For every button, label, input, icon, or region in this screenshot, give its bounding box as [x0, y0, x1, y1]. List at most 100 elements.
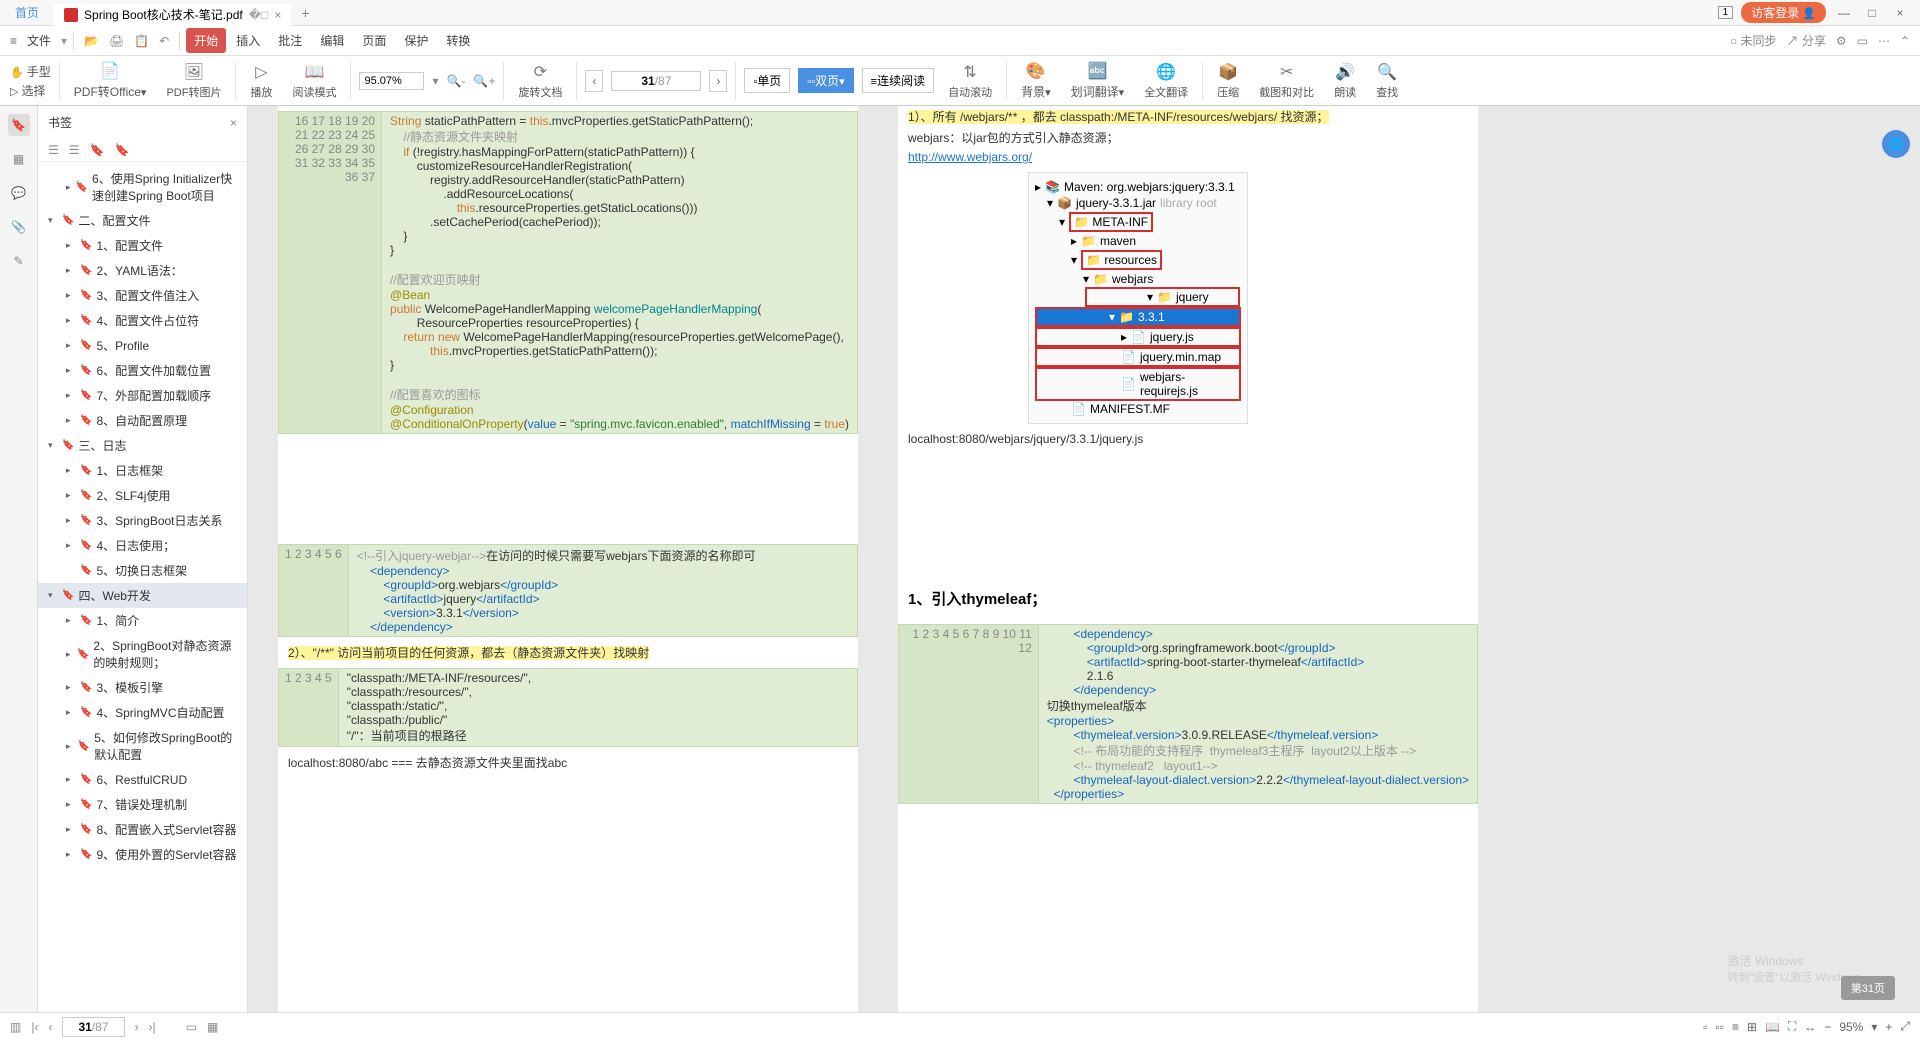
bookmark-item[interactable]: ▸🔖9、使用外置的Servlet容器 [38, 842, 247, 867]
bookmark-item[interactable]: ▸🔖8、自动配置原理 [38, 408, 247, 433]
page-indicator[interactable]: 31/87 [611, 71, 701, 91]
bm-tool-2[interactable]: ☰ [69, 143, 80, 157]
sb-last-page-icon[interactable]: ›| [149, 1020, 156, 1034]
compress[interactable]: 📦压缩 [1211, 62, 1245, 100]
file-menu[interactable]: 文件 [19, 28, 59, 53]
bookmark-item[interactable]: ▸🔖2、SpringBoot对静态资源的映射规则； [38, 633, 247, 675]
bookmark-item[interactable]: ▸🔖3、SpringBoot日志关系 [38, 508, 247, 533]
close-window-icon[interactable]: × [1890, 6, 1910, 20]
sb-prev-icon[interactable]: ‹ [48, 1020, 52, 1034]
select-tool[interactable]: ▷ 选择 [10, 82, 51, 99]
guest-login-button[interactable]: 访客登录 👤 [1741, 2, 1826, 23]
open-icon[interactable]: 📂 [80, 34, 103, 48]
sb-view2-icon[interactable]: ▫▫ [1715, 1020, 1724, 1034]
bookmark-item[interactable]: ▾🔖二、配置文件 [38, 208, 247, 233]
find[interactable]: 🔍查找 [1370, 62, 1404, 100]
bm-tool-1[interactable]: ☰ [48, 143, 59, 157]
minimize-icon[interactable]: — [1834, 6, 1854, 20]
bookmark-item[interactable]: ▾🔖三、日志 [38, 433, 247, 458]
close-tab-icon[interactable]: × [274, 8, 281, 22]
menu-page[interactable]: 页面 [354, 28, 394, 53]
continuous-read[interactable]: ≡连续阅读 [862, 68, 934, 93]
bookmark-item[interactable]: ▸🔖1、简介 [38, 608, 247, 633]
double-page-mode[interactable]: ▫▫双页▾ [798, 68, 853, 93]
background[interactable]: 🎨背景▾ [1015, 61, 1057, 100]
maximize-icon[interactable]: □ [1862, 6, 1882, 20]
sb-next-icon[interactable]: › [135, 1020, 139, 1034]
home-tab[interactable]: 首页 [0, 0, 54, 26]
bookmark-item[interactable]: ▸🔖4、SpringMVC自动配置 [38, 700, 247, 725]
bookmark-item[interactable]: ▸🔖3、模板引擎 [38, 675, 247, 700]
sb-expand-icon[interactable]: ⤢ [1900, 1019, 1910, 1034]
bookmark-item[interactable]: ▸🔖3、配置文件值注入 [38, 283, 247, 308]
sb-first-page-icon[interactable]: |‹ [31, 1020, 38, 1034]
hand-tool[interactable]: ✋ 手型 [10, 63, 51, 80]
menu-insert[interactable]: 插入 [228, 28, 268, 53]
bookmark-item[interactable]: ▸🔖8、配置嵌入式Servlet容器 [38, 817, 247, 842]
sb-fullscreen-icon[interactable]: ⛶ [1788, 1019, 1796, 1034]
bookmark-item[interactable]: ▸🔖4、配置文件占位符 [38, 308, 247, 333]
menu-icon[interactable]: ≡ [10, 34, 17, 48]
bookmark-item[interactable]: ▸🔖6、使用Spring Initializer快速创建Spring Boot项… [38, 166, 247, 208]
single-page-mode[interactable]: ▫单页 [744, 68, 790, 93]
sb-sidebar-icon[interactable]: ▥ [10, 1020, 21, 1034]
pdf-to-image[interactable]: 🖼PDF转图片 [160, 62, 227, 100]
menu-annotate[interactable]: 批注 [270, 28, 310, 53]
webjars-link[interactable]: http://www.webjars.org/ [908, 150, 1032, 164]
bookmark-icon[interactable]: 🔖 [8, 114, 30, 136]
zoom-input[interactable] [359, 72, 424, 90]
menu-convert[interactable]: 转换 [438, 28, 478, 53]
document-viewport[interactable]: 16 17 18 19 20 21 22 23 24 25 26 27 28 2… [248, 106, 1920, 1016]
sb-bookmark-icon[interactable]: ▭ [186, 1020, 197, 1034]
bookmark-item[interactable]: ▸🔖4、日志使用； [38, 533, 247, 558]
close-panel-icon[interactable]: × [230, 116, 237, 130]
auto-scroll[interactable]: ⇅自动滚动 [942, 62, 998, 100]
word-translate[interactable]: 🔤划词翻译▾ [1065, 61, 1131, 100]
float-action-button[interactable]: 🌐 [1882, 130, 1910, 158]
bookmark-item[interactable]: ▸🔖1、配置文件 [38, 233, 247, 258]
bm-tool-3[interactable]: 🔖 [90, 143, 105, 157]
bookmark-item[interactable]: ▸🔖2、SLF4j使用 [38, 483, 247, 508]
play-button[interactable]: ▷播放 [244, 62, 278, 100]
bookmark-item[interactable]: ▾🔖四、Web开发 [38, 583, 247, 608]
bookmark-item[interactable]: ▸🔖1、日志框架 [38, 458, 247, 483]
signature-icon[interactable]: ✎ [8, 250, 30, 272]
menu-protect[interactable]: 保护 [396, 28, 436, 53]
sb-thumbnail-icon[interactable]: ▦ [207, 1020, 218, 1034]
sb-view1-icon[interactable]: ▫ [1703, 1020, 1707, 1034]
read-mode[interactable]: 📖阅读模式 [286, 62, 342, 100]
file-tab[interactable]: Spring Boot核心技术-笔记.pdf �□ × [54, 4, 291, 26]
notification-badge[interactable]: 1 [1718, 6, 1734, 19]
menu-edit[interactable]: 编辑 [312, 28, 352, 53]
bookmark-item[interactable]: 🔖5、切换日志框架 [38, 558, 247, 583]
menu-start[interactable]: 开始 [186, 28, 226, 53]
bookmark-item[interactable]: ▸🔖7、外部配置加载顺序 [38, 383, 247, 408]
rotate-doc[interactable]: ⟳旋转文档 [512, 62, 568, 100]
bookmark-item[interactable]: ▸🔖6、配置文件加载位置 [38, 358, 247, 383]
more-icon[interactable]: ⋯ [1878, 34, 1890, 48]
sync-status[interactable]: ○ 未同步 [1730, 32, 1777, 49]
next-page-icon[interactable]: › [709, 70, 727, 92]
read-aloud[interactable]: 🔊朗读 [1328, 62, 1362, 100]
collapse-icon[interactable]: ⌃ [1900, 34, 1910, 48]
bookmark-item[interactable]: ▸🔖2、YAML语法： [38, 258, 247, 283]
pdf-to-office[interactable]: 📄PDF转Office▾ [68, 61, 153, 100]
print-icon[interactable]: 📋 [130, 34, 153, 48]
sb-page-input[interactable]: 31/87 [62, 1017, 124, 1037]
settings-icon[interactable]: ⚙ [1836, 34, 1847, 48]
sb-zoom-in-icon[interactable]: + [1885, 1020, 1892, 1034]
sb-read-icon[interactable]: 📖 [1765, 1020, 1780, 1034]
zoom-dropdown-icon[interactable]: ▾ [432, 74, 438, 88]
new-tab-button[interactable]: + [291, 5, 319, 21]
bookmark-item[interactable]: ▸🔖6、RestfulCRUD [38, 767, 247, 792]
share-button[interactable]: ↗ 分享 [1786, 32, 1825, 49]
zoom-out-icon[interactable]: 🔍- [446, 74, 465, 88]
sb-zoom-out-icon[interactable]: − [1824, 1020, 1831, 1034]
bookmark-item[interactable]: ▸🔖5、如何修改SpringBoot的默认配置 [38, 725, 247, 767]
sb-zoom-dropdown-icon[interactable]: ▾ [1871, 1020, 1877, 1034]
bookmark-item[interactable]: ▸🔖7、错误处理机制 [38, 792, 247, 817]
bookmark-item[interactable]: ▸🔖5、Profile [38, 333, 247, 358]
zoom-in-icon[interactable]: 🔍+ [473, 74, 495, 88]
prev-page-icon[interactable]: ‹ [585, 70, 603, 92]
screenshot-compare[interactable]: ✂截图和对比 [1253, 62, 1320, 100]
